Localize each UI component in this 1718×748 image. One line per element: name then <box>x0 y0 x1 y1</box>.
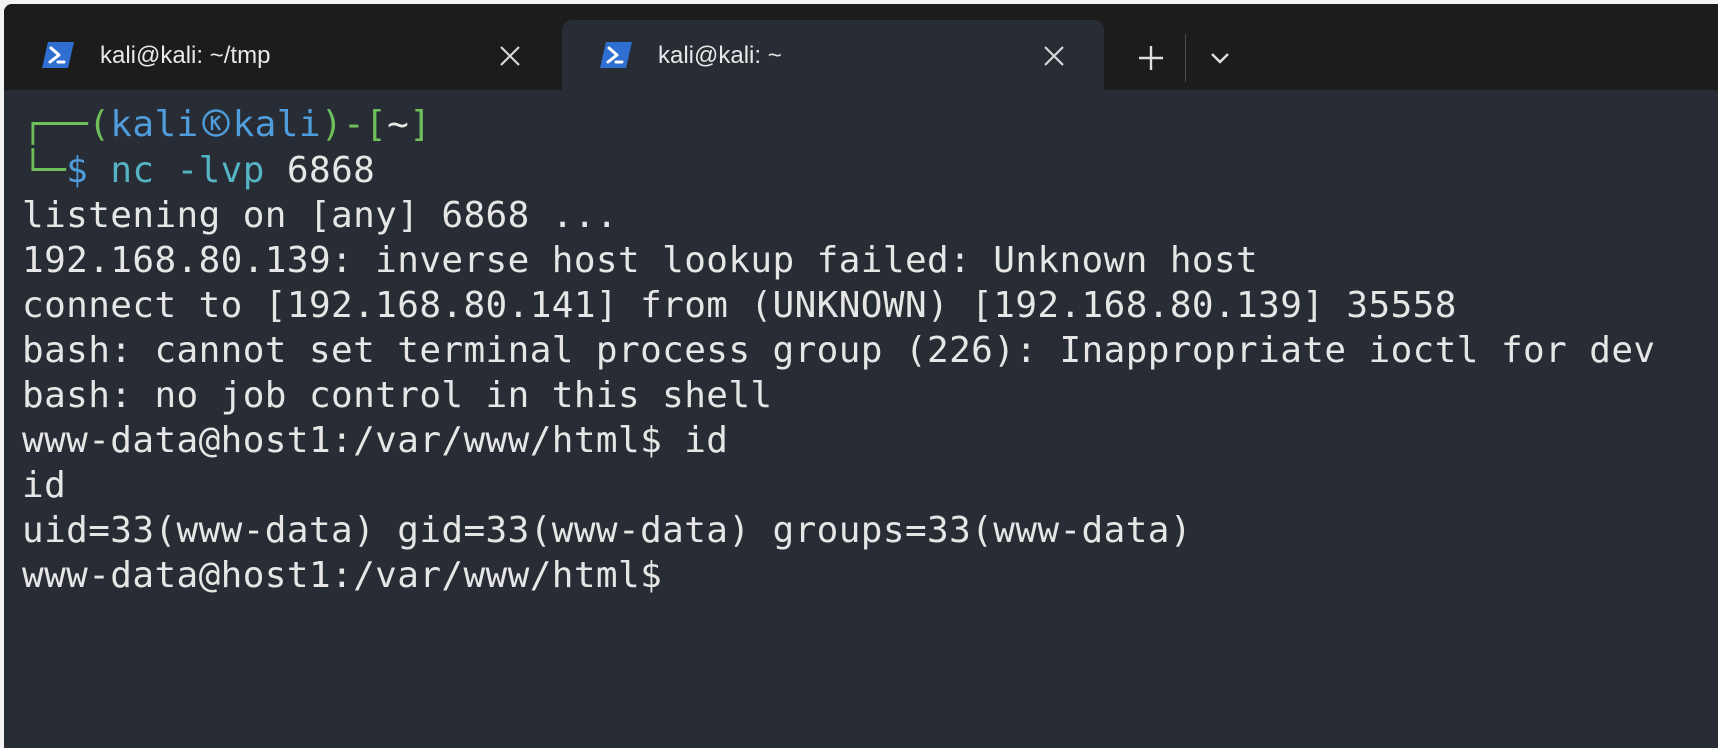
prompt-frame-mid: )-[ <box>320 104 388 145</box>
new-tab-button[interactable] <box>1126 38 1176 78</box>
terminal-window: kali@kali: ~/tmp kali@kali: ~ ┌──(kalik <box>4 4 1718 748</box>
tab-kali-home[interactable]: kali@kali: ~ <box>562 20 1104 90</box>
output-line: listening on [any] 6868 ... <box>22 195 618 236</box>
output-line: www-data@host1:/var/www/html$ id <box>22 420 729 461</box>
output-line: bash: cannot set terminal process group … <box>22 330 1656 371</box>
output-line: id <box>22 465 67 506</box>
prompt-frame-end: ] <box>409 104 432 145</box>
prompt-user: kali <box>110 104 199 145</box>
prompt-host: kali <box>232 104 321 145</box>
output-line: connect to [192.168.80.141] from (UNKNOW… <box>22 285 1457 326</box>
powershell-icon <box>600 42 632 68</box>
shell-prompt-line: www-data@host1:/var/www/html$ <box>22 555 663 596</box>
output-line: bash: no job control in this shell <box>22 375 773 416</box>
prompt-line-2: └─$ nc -lvp 6868 <box>22 148 375 194</box>
tab-kali-tmp[interactable]: kali@kali: ~/tmp <box>4 20 560 90</box>
prompt-dollar: $ <box>66 150 89 191</box>
command-text: nc -lvp <box>110 150 265 191</box>
output-line: uid=33(www-data) gid=33(www-data) groups… <box>22 510 1192 551</box>
close-icon[interactable] <box>498 44 522 68</box>
command-argument: 6868 <box>286 150 376 191</box>
prompt-directory: ~ <box>387 104 410 145</box>
tab-title: kali@kali: ~/tmp <box>100 42 271 69</box>
tabbar-divider <box>1185 34 1186 82</box>
prompt-frame-top: ┌──( <box>22 104 111 145</box>
powershell-icon <box>42 42 74 68</box>
prompt-line-1: ┌──(kali kali)-[~] <box>22 102 431 148</box>
tab-bar: kali@kali: ~/tmp kali@kali: ~ <box>4 4 1718 90</box>
close-icon[interactable] <box>1042 44 1066 68</box>
tab-title: kali@kali: ~ <box>658 42 782 69</box>
chevron-down-icon[interactable] <box>1196 38 1244 78</box>
prompt-frame-bottom: └─ <box>22 150 67 191</box>
output-line: 192.168.80.139: inverse host lookup fail… <box>22 240 1259 281</box>
kali-dragon-icon <box>201 109 230 137</box>
terminal-output[interactable]: ┌──(kali kali)-[~] └─$ nc -lvp 6868 liste… <box>4 90 1718 748</box>
